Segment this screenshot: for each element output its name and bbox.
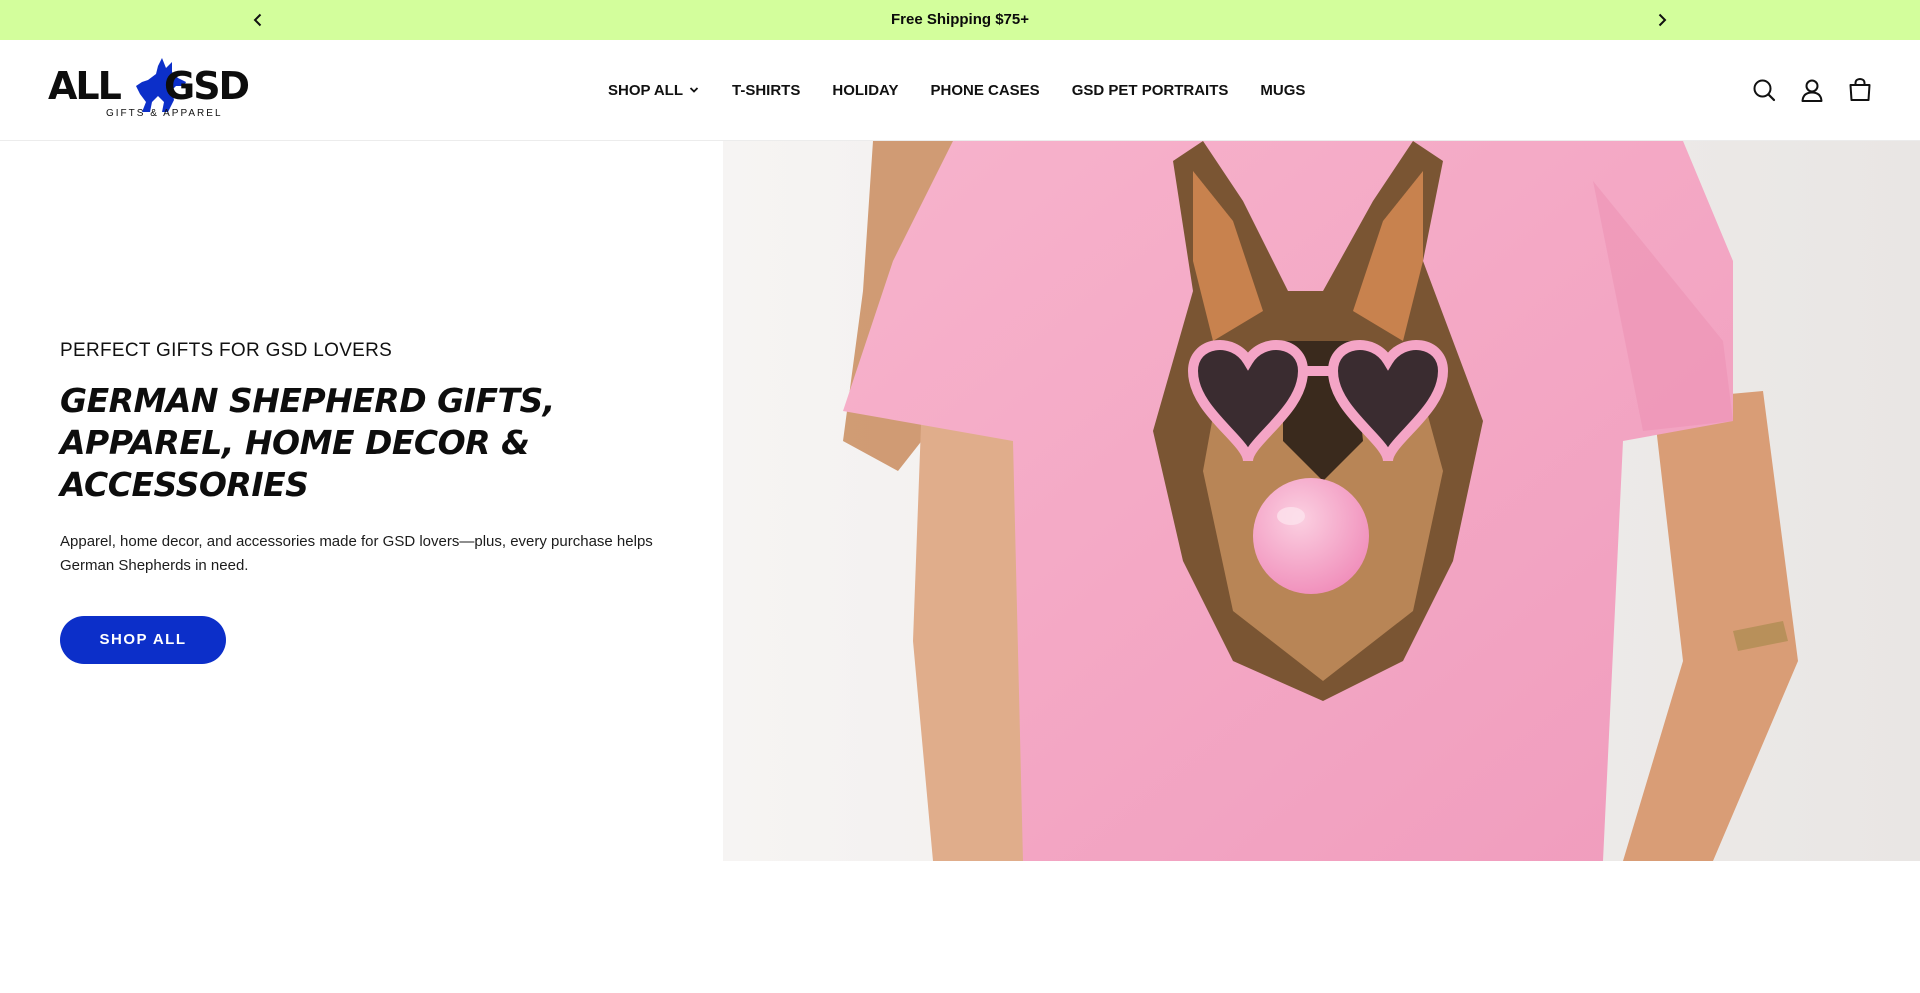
nav-item-holiday[interactable]: HOLIDAY [832,82,898,99]
nav-item-label: MUGS [1260,81,1306,99]
nav-item-phone-cases[interactable]: PHONE CASES [930,82,1039,99]
cart-icon[interactable] [1846,76,1874,104]
nav-item-label: SHOP ALL [608,81,684,99]
chevron-down-icon [689,87,699,93]
nav-item-label: PHONE CASES [930,81,1040,99]
account-icon[interactable] [1798,76,1826,104]
logo-word-right: GSD [164,64,250,108]
hero-eyebrow: PERFECT GIFTS FOR GSD LOVERS [60,340,393,361]
main-nav: SHOP ALL T-SHIRTS HOLIDAY PHONE CASES GS… [608,40,1305,140]
nav-item-shop-all[interactable]: SHOP ALL [608,82,700,99]
announcement-message[interactable]: Free Shipping $75+ [0,0,1920,40]
nav-item-mugs[interactable]: MUGS [1260,82,1305,99]
logo-word-left: ALL [48,64,122,108]
site-header: ALL GSD GIFTS & APPAREL SHOP ALL T-SHIRT… [0,40,1920,141]
hero-headline: GERMAN SHEPHERD GIFTS, APPAREL, HOME DEC… [60,381,555,504]
search-icon[interactable] [1750,76,1778,104]
nav-item-t-shirts[interactable]: T-SHIRTS [732,82,800,99]
header-actions [1730,76,1874,104]
announcement-bar: Free Shipping $75+ [0,0,1920,40]
logo-tagline: GIFTS & APPAREL [106,108,223,119]
hero-description: Apparel, home decor, and accessories mad… [60,533,653,574]
hero-text: PERFECT GIFTS FOR GSD LOVERS GERMAN SHEP… [60,340,680,578]
hero-image[interactable] [723,141,1920,861]
shop-all-button[interactable]: SHOP ALL [60,616,226,664]
nav-item-label: T-SHIRTS [732,81,801,99]
nav-item-label: GSD PET PORTRAITS [1071,81,1229,99]
logo[interactable]: ALL GSD GIFTS & APPAREL [48,56,258,124]
nav-item-gsd-pet-portraits[interactable]: GSD PET PORTRAITS [1072,82,1229,99]
nav-item-label: HOLIDAY [832,81,899,99]
chevron-right-icon[interactable] [1652,10,1672,30]
